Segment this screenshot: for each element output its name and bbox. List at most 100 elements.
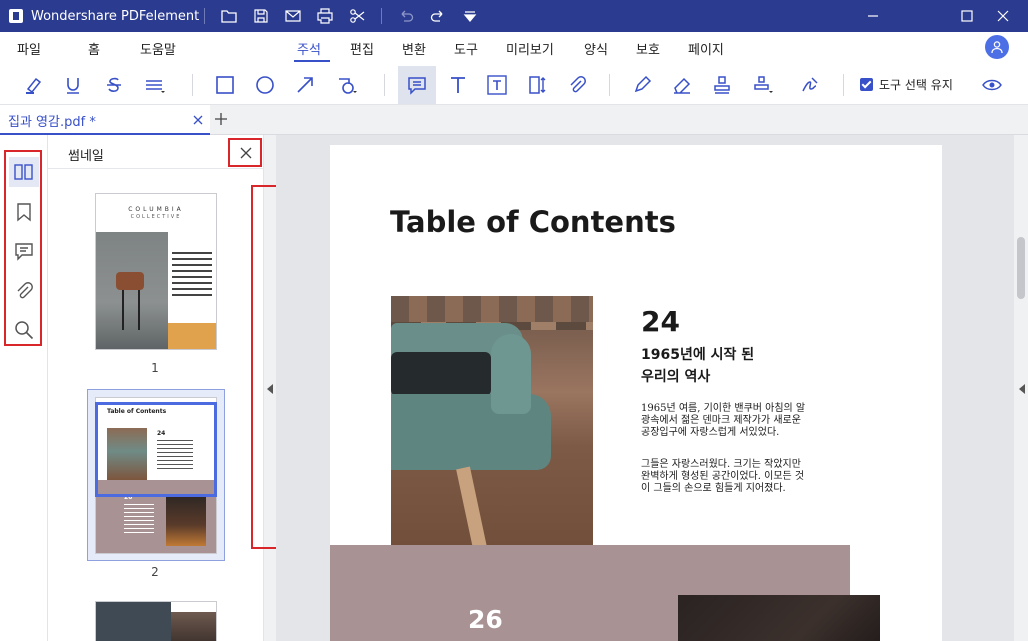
document-tab-bar: 집과 영감.pdf * <box>0 105 1028 135</box>
chair-leg <box>138 290 140 330</box>
document-viewer: Table of Contents 24 1965년에 시작 된 우리의 역사 … <box>276 135 1014 641</box>
signature-icon[interactable] <box>791 66 829 104</box>
separator <box>384 74 385 96</box>
rectangle-icon[interactable] <box>206 66 244 104</box>
mail-icon[interactable] <box>277 0 309 32</box>
separator <box>192 74 193 96</box>
sofa-photo <box>391 296 593 571</box>
thumb-brand-sub: COLLECTIVE <box>130 214 182 220</box>
separator <box>843 74 844 96</box>
pdf-page: Table of Contents 24 1965년에 시작 된 우리의 역사 … <box>330 145 942 641</box>
document-tab-label: 집과 영감.pdf * <box>8 115 96 130</box>
dark-photo <box>678 595 880 641</box>
title-bar: Wondershare PDFelement <box>0 0 1028 32</box>
thumb-photo <box>96 602 171 641</box>
thumb-photo <box>96 232 168 349</box>
stamp-icon[interactable] <box>703 66 741 104</box>
keep-tool-checkbox[interactable] <box>860 78 873 91</box>
close-window-button[interactable] <box>980 0 1026 32</box>
redo-icon[interactable] <box>422 0 454 32</box>
separator <box>381 8 382 24</box>
band-number: 26 <box>468 605 503 634</box>
menu-page[interactable]: 페이지 <box>688 39 724 58</box>
panel-divider <box>48 168 264 169</box>
thumb-brand: COLUMBIA <box>128 206 184 213</box>
thumb-text-lines <box>124 504 154 534</box>
panel-title: 썸네일 <box>68 149 104 164</box>
menu-bar: 파일 홈 도움말 주석 편집 변환 도구 미리보기 양식 보호 페이지 <box>0 32 1028 64</box>
keep-tool-selection[interactable]: 도구 선택 유지 <box>860 76 953 93</box>
sofa-cushion <box>391 352 491 396</box>
scrollbar-thumb[interactable] <box>1017 237 1025 299</box>
dropdown-icon[interactable] <box>454 0 486 32</box>
menu-comment[interactable]: 주석 <box>297 39 321 58</box>
line-menu-icon[interactable] <box>136 66 174 104</box>
menu-convert[interactable]: 변환 <box>402 39 426 58</box>
save-icon[interactable] <box>245 0 277 32</box>
eraser-icon[interactable] <box>663 66 701 104</box>
minimize-button[interactable] <box>850 0 896 32</box>
paragraph-1: 1965년 여름, 기이한 밴쿠버 아침의 알 광속에서 젊은 덴마크 제작가가… <box>641 403 806 438</box>
callout-icon[interactable] <box>519 66 557 104</box>
menu-protect[interactable]: 보호 <box>636 39 660 58</box>
section-number: 24 <box>641 305 680 338</box>
underline-icon[interactable] <box>54 66 92 104</box>
expand-arrow-icon[interactable] <box>1018 384 1026 394</box>
folder-icon[interactable] <box>213 0 245 32</box>
arrow-icon[interactable] <box>286 66 324 104</box>
sofa-arm <box>491 334 531 414</box>
strikethrough-icon[interactable] <box>95 66 133 104</box>
eye-icon[interactable] <box>973 66 1011 104</box>
section-heading: 1965년에 시작 된 우리의 역사 <box>641 347 755 385</box>
document-tab[interactable]: 집과 영감.pdf * <box>0 105 210 135</box>
close-highlight-box <box>228 138 262 167</box>
new-tab-button[interactable] <box>214 110 230 130</box>
pencil-icon[interactable] <box>623 66 661 104</box>
tab-close-icon[interactable] <box>191 113 205 127</box>
wood-wall <box>391 296 593 322</box>
scissors-icon[interactable] <box>341 0 373 32</box>
undo-icon[interactable] <box>390 0 422 32</box>
menu-form[interactable]: 양식 <box>584 39 608 58</box>
shape-menu-icon[interactable] <box>328 66 366 104</box>
app-logo <box>9 9 23 23</box>
paragraph-2: 그들은 자랑스러웠다. 크기는 작았지만 완벽하게 형성된 공간이었다. 이모든… <box>641 459 805 494</box>
stamp-menu-icon[interactable] <box>744 66 782 104</box>
chair-seat <box>116 272 144 290</box>
thumb-orange-block <box>168 323 216 349</box>
thumb-text-lines <box>172 252 212 296</box>
thumb-photo-dark <box>166 494 206 546</box>
annotation-toolbar: 도구 선택 유지 <box>0 64 1028 105</box>
rail-highlight-box <box>4 150 42 346</box>
chair-leg <box>122 290 124 330</box>
menu-file[interactable]: 파일 <box>17 39 41 58</box>
page-number-1: 1 <box>151 361 159 375</box>
menu-home[interactable]: 홈 <box>88 39 100 58</box>
print-icon[interactable] <box>309 0 341 32</box>
menu-help[interactable]: 도움말 <box>140 39 176 58</box>
keep-tool-label: 도구 선택 유지 <box>879 78 953 92</box>
circle-icon[interactable] <box>246 66 284 104</box>
note-icon[interactable] <box>398 66 436 104</box>
thumbnail-panel: 썸네일 COLUMBIA COLLECTIVE 1 Table of Conte… <box>48 135 264 641</box>
page-thumbnail-1[interactable]: COLUMBIA COLLECTIVE <box>95 193 217 350</box>
app-title: Wondershare PDFelement <box>31 8 200 24</box>
thumb-photo <box>171 612 216 641</box>
text-box-icon[interactable] <box>478 66 516 104</box>
page-number-2: 2 <box>151 565 159 579</box>
user-avatar[interactable] <box>985 35 1009 59</box>
separator <box>204 8 205 24</box>
sofa-leg <box>456 466 489 558</box>
vertical-scrollbar[interactable] <box>1014 135 1028 641</box>
separator <box>609 74 610 96</box>
menu-tools[interactable]: 도구 <box>454 39 478 58</box>
active-menu-underline <box>294 60 330 62</box>
document-title: Table of Contents <box>390 205 676 239</box>
menu-preview[interactable]: 미리보기 <box>506 39 554 58</box>
highlight-icon[interactable] <box>15 66 53 104</box>
viewport-indicator[interactable] <box>95 402 217 497</box>
page-thumbnail-3[interactable] <box>95 601 217 641</box>
menu-edit[interactable]: 편집 <box>350 39 374 58</box>
attachment-icon[interactable] <box>558 66 596 104</box>
text-icon[interactable] <box>439 66 477 104</box>
